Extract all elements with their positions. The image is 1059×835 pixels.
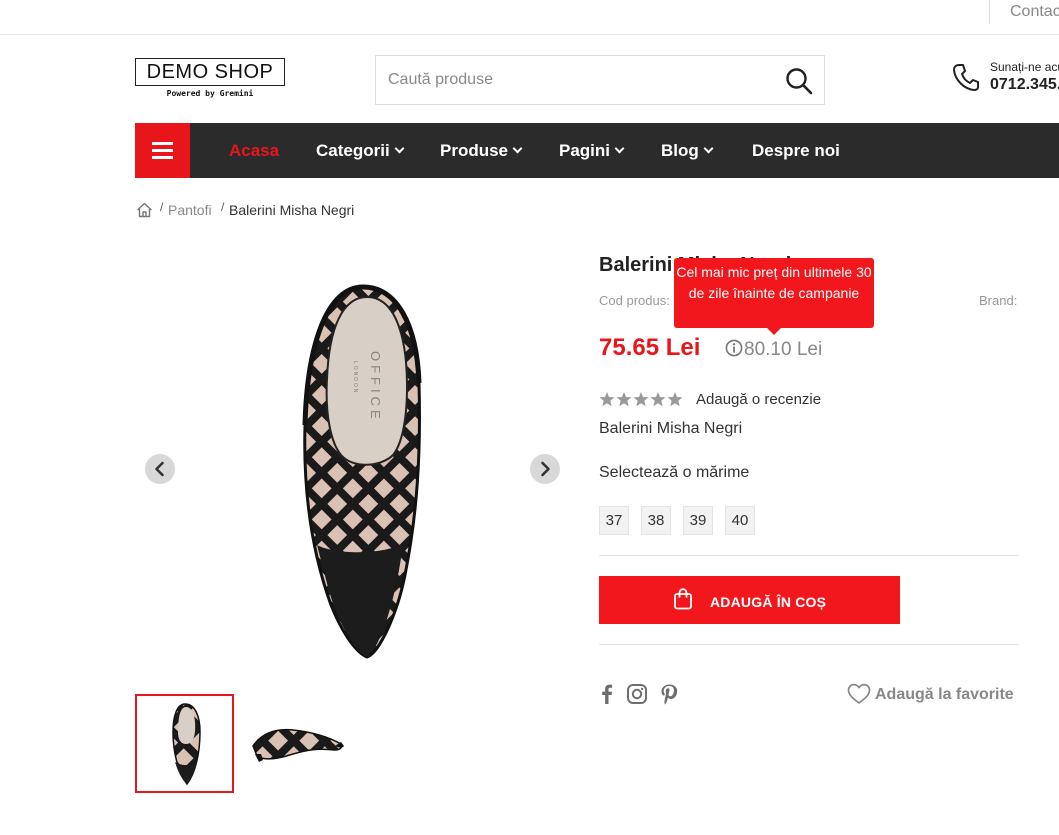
- phone-icon: [953, 64, 979, 91]
- gallery-next-button[interactable]: [530, 454, 560, 484]
- breadcrumb-separator: /: [160, 200, 164, 214]
- star-icon: [599, 392, 683, 407]
- nav-item-label: Pagini: [559, 141, 611, 160]
- facebook-icon[interactable]: [596, 683, 618, 705]
- nav-item-produse[interactable]: Produse: [440, 141, 523, 161]
- heart-icon: [847, 683, 871, 704]
- hamburger-icon: [152, 142, 173, 145]
- hamburger-icon-line: [152, 149, 173, 152]
- thumbnail-image: [172, 703, 201, 786]
- search-bar: [375, 55, 825, 105]
- insole-brand-print: OFFICE: [368, 351, 383, 423]
- top-bar: Contact: [0, 0, 1059, 35]
- divider: [599, 555, 1019, 556]
- size-selector-label: Selectează o mărime: [599, 464, 750, 481]
- breadcrumb-current: Balerini Misha Negri: [229, 202, 355, 218]
- pinterest-icon[interactable]: [658, 683, 680, 705]
- nav-item-categorii[interactable]: Categorii: [316, 141, 405, 161]
- nav-item-label: Acasa: [229, 141, 280, 160]
- insole-brand-sub: LONDON: [352, 361, 358, 394]
- size-option-37[interactable]: 37: [599, 506, 629, 535]
- hamburger-icon-line: [152, 156, 173, 159]
- product-main-image[interactable]: OFFICE LONDON: [135, 255, 575, 680]
- size-option-39[interactable]: 39: [683, 506, 713, 535]
- chevron-down-icon: [512, 143, 523, 154]
- nav-item-despre-noi[interactable]: Despre noi: [752, 141, 840, 161]
- size-option-38[interactable]: 38: [641, 506, 671, 535]
- product-brand-label: Brand:: [979, 293, 1018, 308]
- size-option-40[interactable]: 40: [725, 506, 755, 535]
- lowest-price-tooltip: Cel mai mic preț din ultimele 30 de zile…: [674, 258, 874, 335]
- add-to-cart-button[interactable]: ADAUGĂ ÎN COȘ: [599, 576, 900, 624]
- shopping-bag-icon: [674, 588, 692, 610]
- nav-item-label: Categorii: [316, 141, 390, 160]
- home-icon[interactable]: [136, 202, 153, 218]
- main-navigation: Acasa Categorii Produse Pagini Blog Desp…: [135, 123, 1059, 178]
- search-input[interactable]: [388, 68, 778, 92]
- site-logo[interactable]: DEMO SHOP Powered by Gremini: [135, 58, 285, 100]
- gallery-thumbnail-1[interactable]: [135, 694, 234, 793]
- top-bar-divider: [989, 0, 990, 24]
- info-icon[interactable]: [725, 339, 743, 357]
- chevron-right-icon: [541, 461, 550, 477]
- add-to-wishlist[interactable]: Adaugă la favorite: [847, 682, 1017, 708]
- chevron-down-icon: [703, 143, 714, 154]
- product-price: 75.65 Lei: [599, 334, 701, 361]
- add-to-cart-label: ADAUGĂ ÎN COȘ: [710, 594, 827, 610]
- chevron-down-icon: [614, 143, 625, 154]
- menu-button[interactable]: [135, 123, 190, 178]
- logo-text: DEMO SHOP: [135, 58, 285, 86]
- phone-number[interactable]: 0712.345.678: [990, 76, 1059, 94]
- product-code-label: Cod produs:: [599, 293, 670, 308]
- old-price: 80.10 Lei: [725, 339, 822, 361]
- nav-item-acasa[interactable]: Acasa: [229, 141, 279, 161]
- product-short-description: Balerini Misha Negri: [599, 420, 743, 437]
- rating-stars: [599, 392, 683, 407]
- add-review-link[interactable]: Adaugă o recenzie: [696, 391, 821, 408]
- nav-item-pagini[interactable]: Pagini: [559, 141, 625, 161]
- breadcrumb-separator: /: [221, 200, 225, 214]
- thumbnail-image: [252, 728, 344, 762]
- phone-label: Sunați-ne acum: [990, 60, 1059, 74]
- nav-item-label: Blog: [661, 141, 699, 160]
- logo-tagline: Powered by Gremini: [166, 89, 254, 98]
- instagram-icon[interactable]: [626, 683, 648, 705]
- nav-item-blog[interactable]: Blog: [661, 141, 714, 161]
- nav-item-label: Despre noi: [752, 141, 840, 160]
- old-price-value: 80.10 Lei: [744, 339, 823, 360]
- breadcrumb-item-pantofi[interactable]: Pantofi: [168, 202, 212, 218]
- gallery-prev-button[interactable]: [145, 454, 175, 484]
- chevron-down-icon: [394, 143, 405, 154]
- contact-link[interactable]: Contact: [1010, 3, 1059, 21]
- search-icon[interactable]: [784, 66, 814, 96]
- nav-item-label: Produse: [440, 141, 509, 160]
- wishlist-label: Adaugă la favorite: [875, 686, 1014, 703]
- phone-contact[interactable]: Sunați-ne acum 0712.345.678: [952, 60, 1059, 100]
- divider: [599, 644, 1019, 645]
- chevron-left-icon: [155, 461, 164, 477]
- gallery-thumbnail-2[interactable]: [247, 694, 346, 793]
